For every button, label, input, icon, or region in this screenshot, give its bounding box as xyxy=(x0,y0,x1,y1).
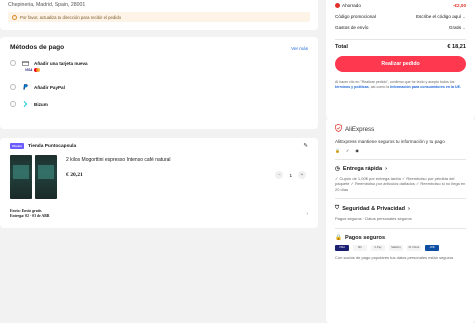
total-value: € 18,21 xyxy=(447,44,466,50)
secure-payments-heading: 🔒 Pagos seguros xyxy=(335,235,466,241)
security-body: Pagos seguros · Datos personales seguros xyxy=(335,216,412,222)
shipping-value: Gratis xyxy=(448,25,462,30)
savings-icon xyxy=(335,3,340,8)
divider xyxy=(335,39,466,40)
payment-method-label: Añadir una tarjeta nueva xyxy=(34,60,88,66)
secure-payments-body: Con socios de pago populares tus datos p… xyxy=(335,254,454,260)
total-row: Total € 18,21 xyxy=(335,44,466,50)
coffee-bag-image xyxy=(10,155,32,199)
payment-method-paypal[interactable]: Añadir PayPal xyxy=(10,84,308,90)
chevron-right-icon: › xyxy=(385,166,387,172)
secure-badge-icon: 🔒 xyxy=(335,148,340,153)
id-check-logo: ID Check xyxy=(407,244,421,251)
security-title: Seguridad & Privacidad xyxy=(342,205,405,212)
product-image[interactable] xyxy=(10,155,60,199)
aliexpress-logo: AliExpress xyxy=(345,125,375,133)
eu-info-link[interactable]: Información para consumidores en la UE. xyxy=(390,85,461,89)
trust-badges: 🔒 ✓ ◉ xyxy=(335,148,466,153)
mastercard-logo: MC xyxy=(353,244,367,251)
mastercard-logo xyxy=(34,68,41,72)
fast-delivery-title: Entrega rápida xyxy=(342,166,383,172)
lock-icon: 🔒 xyxy=(335,234,342,241)
payment-method-label: Añadir PayPal xyxy=(34,84,65,90)
gpay-logo: G Pay xyxy=(371,244,385,251)
secure-payments-title: Pagos seguros xyxy=(344,234,386,241)
savings-row: Ahorrado -€2,00 xyxy=(335,0,466,11)
payment-method-bizum[interactable]: Bizum xyxy=(10,101,308,107)
payment-logos: VISA MC G Pay SafeKey ID Check JCB xyxy=(335,244,466,251)
lock-shield-icon: ⛉ xyxy=(335,205,340,212)
divider xyxy=(335,198,466,200)
store-name[interactable]: Tienda Puntocapsula xyxy=(28,144,76,149)
choice-badge: Choice xyxy=(10,143,25,149)
radio-card[interactable] xyxy=(10,60,16,66)
coffee-bag-image xyxy=(35,155,57,199)
total-label: Total xyxy=(335,44,348,50)
trust-card: AliExpress AliExpress mantiene seguros t… xyxy=(326,118,475,323)
protect-badge-icon: ◉ xyxy=(355,148,359,153)
jcb-logo: JCB xyxy=(425,244,439,251)
place-order-button[interactable]: Realizar pedido xyxy=(335,56,466,72)
payment-methods-card: Métodos de pago Ver más Añadir una tarje… xyxy=(0,37,318,129)
payment-method-card[interactable]: Añadir una tarjeta nueva xyxy=(10,60,308,66)
shipping-label: Gastos de envío xyxy=(335,25,369,30)
shield-icon xyxy=(335,124,342,134)
legal-text: Al hacer clic en "Realizar pedido", conf… xyxy=(335,80,466,90)
address-notice[interactable]: ! Por favor, actualiza tu dirección para… xyxy=(8,12,310,22)
credit-card-icon xyxy=(21,60,29,66)
address-line: Chepineria, Madrid, Spain, 28001 xyxy=(8,2,86,8)
quantity-value: 1 xyxy=(289,172,292,178)
see-more-link[interactable]: Ver más xyxy=(291,46,308,51)
radio-bizum[interactable] xyxy=(10,101,16,107)
fast-delivery-body: ✓ Cupón de 1,00€ por entrega tardía ✓ Re… xyxy=(335,176,466,192)
security-heading[interactable]: ⛉ Seguridad & Privacidad › xyxy=(335,205,466,212)
chevron-down-icon: ⌄ xyxy=(462,24,466,30)
radio-paypal[interactable] xyxy=(10,84,16,90)
promo-row[interactable]: Código promocional Escribe el código aqu… xyxy=(335,11,466,22)
savings-label: Ahorrado xyxy=(342,3,361,8)
terms-link[interactable]: términos y políticas xyxy=(335,85,369,89)
delivery-date: Entrega: 02 - 03 de ABR xyxy=(10,214,50,218)
visa-logo: VISA xyxy=(25,68,33,72)
order-summary-card: Ahorrado -€2,00 Código promocional Escri… xyxy=(326,0,475,119)
shipping-row: Gastos de envío Gratis ⌄ xyxy=(335,22,466,33)
chevron-right-icon: › xyxy=(408,205,410,212)
clock-icon: ◷ xyxy=(335,166,340,172)
chevron-right-icon[interactable]: › xyxy=(306,211,308,217)
trust-description: AliExpress mantiene seguros tu informaci… xyxy=(335,139,445,144)
payment-method-label: Bizum xyxy=(34,101,48,107)
decrease-button[interactable]: − xyxy=(275,171,284,179)
quantity-stepper[interactable]: − 1 + xyxy=(275,171,306,179)
paypal-icon xyxy=(21,84,29,90)
shipping-info: Envío: Envío gratis Entrega: 02 - 03 de … xyxy=(10,209,49,219)
promo-input[interactable]: Escribe el código aquí xyxy=(416,14,461,19)
card-brand-logos: VISA xyxy=(25,68,308,72)
legal-mid: , así como la xyxy=(368,85,390,89)
product-price: € 20,21 xyxy=(66,172,83,178)
notice-text: Por favor, actualiza tu dirección para r… xyxy=(20,14,122,20)
legal-prefix: Al hacer clic en "Realizar pedido", conf… xyxy=(335,80,455,84)
edit-icon[interactable]: ✎ xyxy=(303,143,308,149)
savings-value: -€2,00 xyxy=(452,3,466,8)
store-header: Choice Tienda Puntocapsula xyxy=(10,143,308,149)
store-card: Choice Tienda Puntocapsula ✎ 2 kilos Mog… xyxy=(0,138,318,228)
chevron-down-icon: ⌄ xyxy=(462,13,466,19)
safekey-logo: SafeKey xyxy=(389,244,403,251)
bizum-icon xyxy=(21,101,29,107)
fast-delivery-heading[interactable]: ◷ Entrega rápida › xyxy=(335,166,466,172)
aliexpress-header: AliExpress xyxy=(335,124,466,134)
info-icon: ! xyxy=(12,14,17,20)
product-name[interactable]: 2 kilos Mogorttini espresso Intenso café… xyxy=(66,157,171,163)
divider xyxy=(335,227,466,229)
increase-button[interactable]: + xyxy=(298,171,306,179)
divider xyxy=(335,159,466,160)
visa-logo: VISA xyxy=(335,244,349,251)
verified-badge-icon: ✓ xyxy=(345,148,350,153)
payment-title: Métodos de pago xyxy=(10,44,65,51)
promo-label: Código promocional xyxy=(335,14,376,19)
address-card: Chepineria, Madrid, Spain, 28001 ! Por f… xyxy=(0,0,318,30)
